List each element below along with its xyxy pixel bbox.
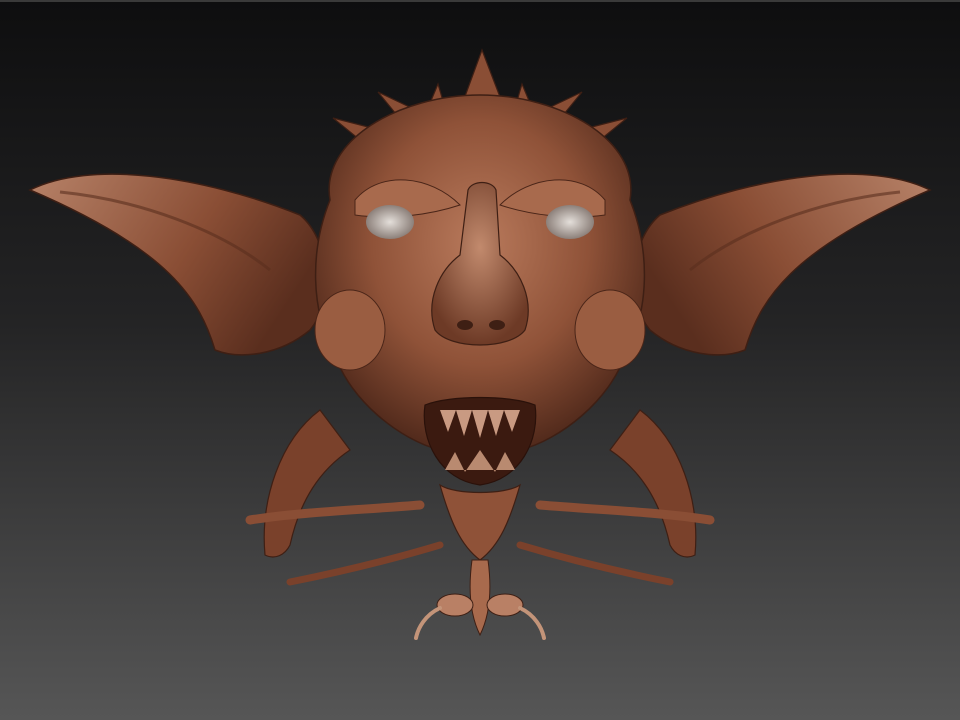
right-ear — [633, 173, 932, 356]
right-eye — [546, 205, 594, 239]
mouth — [423, 396, 537, 486]
chin — [414, 483, 546, 640]
creature-head-sculpt[interactable] — [0, 0, 960, 720]
3d-viewport[interactable] — [0, 0, 960, 720]
left-eye — [366, 205, 414, 239]
left-ear — [28, 173, 327, 356]
